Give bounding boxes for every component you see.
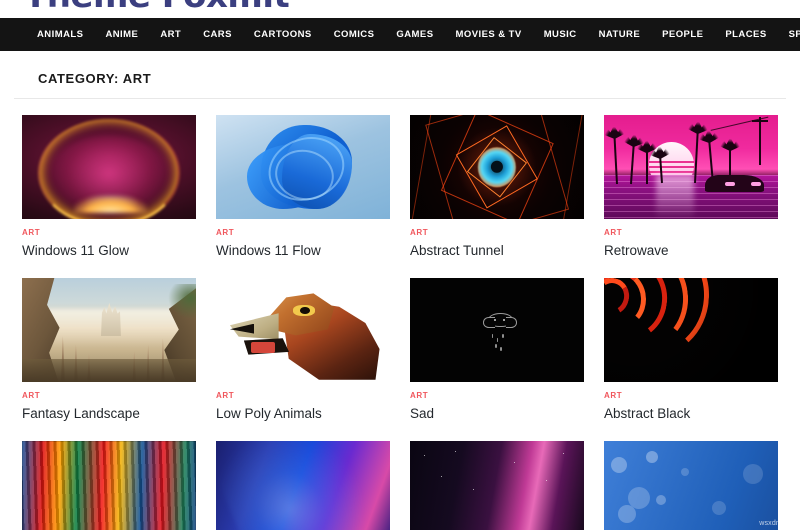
category-header: CATEGORY: ART: [14, 51, 786, 99]
card-title[interactable]: Abstract Black: [604, 406, 778, 423]
card-title[interactable]: Windows 11 Flow: [216, 243, 390, 260]
nav-item-comics[interactable]: COMICS: [323, 18, 386, 51]
theme-card[interactable]: [206, 440, 400, 530]
card-meta: ART Windows 11 Glow: [22, 219, 196, 260]
card-category-label[interactable]: ART: [410, 228, 584, 237]
nav-item-people[interactable]: PEOPLE: [651, 18, 714, 51]
nav-item-cars[interactable]: CARS: [192, 18, 243, 51]
thumbnail-fantasy-landscape[interactable]: [22, 277, 196, 382]
thumbnail-row3-4[interactable]: [604, 440, 778, 530]
card-title[interactable]: Low Poly Animals: [216, 406, 390, 423]
theme-grid: ART Windows 11 Glow ART Windows 11 Flow: [0, 99, 800, 530]
thumbnail-low-poly-animals[interactable]: [216, 277, 390, 382]
theme-card[interactable]: ART Sad: [400, 277, 594, 423]
watermark: wsxdn.com: [759, 520, 796, 527]
theme-card[interactable]: ART Abstract Tunnel: [400, 115, 594, 260]
card-category-label[interactable]: ART: [604, 228, 778, 237]
theme-card[interactable]: ART Windows 11 Flow: [206, 115, 400, 260]
card-meta: ART Fantasy Landscape: [22, 382, 196, 423]
card-title[interactable]: Sad: [410, 406, 584, 423]
theme-card[interactable]: [400, 440, 594, 530]
nav-item-sports[interactable]: SPORTS: [778, 18, 800, 51]
theme-card[interactable]: ART Retrowave: [594, 115, 788, 260]
nav-item-anime[interactable]: ANIME: [94, 18, 149, 51]
nav-item-art[interactable]: ART: [149, 18, 192, 51]
card-meta: ART Retrowave: [604, 219, 778, 260]
thumbnail-sad[interactable]: [410, 277, 584, 382]
page-root: Theme Foxmit ANIMALS ANIME ART CARS CART…: [0, 0, 800, 530]
theme-card[interactable]: ART Abstract Black: [594, 277, 788, 423]
theme-card[interactable]: ART Fantasy Landscape: [12, 277, 206, 423]
card-title[interactable]: Fantasy Landscape: [22, 406, 196, 423]
thumbnail-abstract-black[interactable]: [604, 277, 778, 382]
card-category-label[interactable]: ART: [604, 391, 778, 400]
card-category-label[interactable]: ART: [216, 391, 390, 400]
thumbnail-row3-2[interactable]: [216, 440, 390, 530]
card-meta: ART Abstract Tunnel: [410, 219, 584, 260]
card-category-label[interactable]: ART: [22, 228, 196, 237]
thumbnail-row3-3[interactable]: [410, 440, 584, 530]
thumbnail-windows-11-glow[interactable]: [22, 115, 196, 219]
thumbnail-windows-11-flow[interactable]: [216, 115, 390, 219]
theme-card[interactable]: ART Windows 11 Glow: [12, 115, 206, 260]
nav-item-animals[interactable]: ANIMALS: [26, 18, 94, 51]
thumbnail-row3-1[interactable]: [22, 440, 196, 530]
card-title[interactable]: Windows 11 Glow: [22, 243, 196, 260]
card-meta: ART Windows 11 Flow: [216, 219, 390, 260]
card-category-label[interactable]: ART: [216, 228, 390, 237]
theme-card[interactable]: ART Low Poly Animals: [206, 277, 400, 423]
nav-item-list: ANIMALS ANIME ART CARS CARTOONS COMICS G…: [26, 18, 800, 51]
thumbnail-retrowave[interactable]: [604, 115, 778, 219]
theme-card[interactable]: [594, 440, 788, 530]
page-title: CATEGORY: ART: [38, 71, 152, 86]
card-category-label[interactable]: ART: [410, 391, 584, 400]
card-meta: ART Low Poly Animals: [216, 382, 390, 423]
site-header: Theme Foxmit: [0, 0, 800, 18]
nav-item-cartoons[interactable]: CARTOONS: [243, 18, 323, 51]
main-navigation: ANIMALS ANIME ART CARS CARTOONS COMICS G…: [0, 18, 800, 51]
card-meta: ART Abstract Black: [604, 382, 778, 423]
nav-item-movies-tv[interactable]: MOVIES & TV: [445, 18, 533, 51]
theme-card[interactable]: [12, 440, 206, 530]
nav-item-music[interactable]: MUSIC: [533, 18, 588, 51]
thumbnail-abstract-tunnel[interactable]: [410, 115, 584, 219]
card-meta: ART Sad: [410, 382, 584, 423]
card-category-label[interactable]: ART: [22, 391, 196, 400]
site-logo[interactable]: Theme Foxmit: [24, 0, 290, 16]
nav-item-places[interactable]: PLACES: [714, 18, 777, 51]
nav-item-games[interactable]: GAMES: [385, 18, 444, 51]
card-title[interactable]: Abstract Tunnel: [410, 243, 584, 260]
card-title[interactable]: Retrowave: [604, 243, 778, 260]
nav-item-nature[interactable]: NATURE: [588, 18, 652, 51]
